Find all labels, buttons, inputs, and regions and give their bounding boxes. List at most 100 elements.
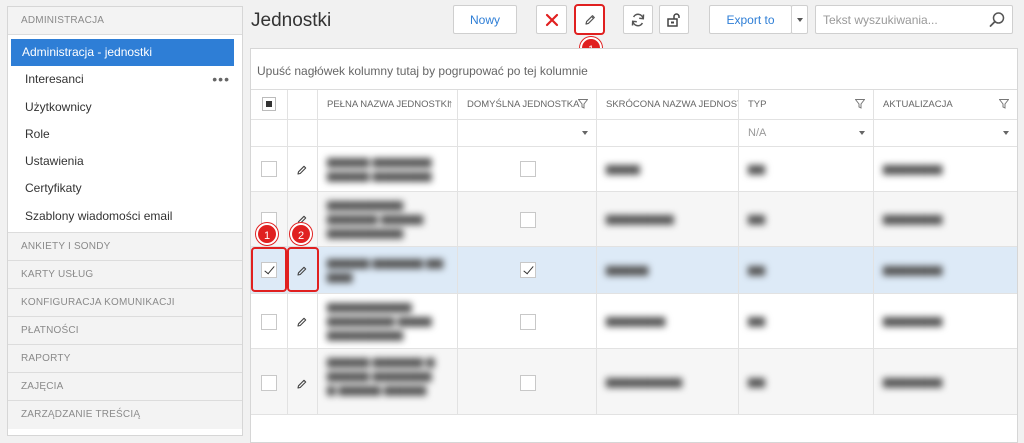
filter-icon[interactable] (999, 99, 1009, 109)
export-button[interactable]: Export to (709, 5, 792, 34)
full-name-cell: ▆▆▆▆▆ ▆▆▆▆▆▆▆ ▆▆▆▆▆ ▆▆▆▆▆▆▆ (318, 147, 458, 191)
redacted-text: ▆▆▆▆▆▆▆▆ (606, 213, 674, 225)
full-name-cell: ▆▆▆▆▆▆▆▆▆▆ ▆▆▆▆▆▆▆▆ ▆▆▆▆ ▆▆▆▆▆▆▆▆▆ (318, 294, 458, 348)
sidebar-item-settings[interactable]: Ustawienia (11, 148, 234, 175)
sidebar-item-roles[interactable]: Role (11, 121, 234, 148)
column-label: TYP (748, 99, 767, 110)
full-name-cell: ▆▆▆▆▆ ▆▆▆▆▆▆ ▆▆ ▆▆▆ (318, 247, 458, 293)
sidebar-nav: ADMINISTRACJA Administracja - jednostki … (7, 6, 243, 436)
new-button[interactable]: Nowy (453, 5, 517, 34)
table-row[interactable]: ▆▆▆▆▆ ▆▆▆▆▆▆ ▆ ▆▆▆▆▆ ▆▆▆▆▆▆▆ ▆ ▆▆▆▆▆ ▆▆▆▆▆… (251, 349, 1017, 415)
row-checkbox[interactable] (261, 375, 277, 391)
short-name-cell: ▆▆▆▆▆ (597, 247, 739, 293)
filter-type-select[interactable]: N/A (739, 120, 874, 146)
redacted-text: ▆▆▆▆▆ ▆▆▆▆▆▆▆ ▆▆▆▆▆ ▆▆▆▆▆▆▆ (327, 156, 432, 182)
section-reports[interactable]: RAPORTY (8, 345, 242, 374)
sidebar-item-units[interactable]: Administracja - jednostki (11, 39, 234, 67)
sidebar-item-users[interactable]: Użytkownicy (11, 94, 234, 121)
select-all-checkbox[interactable] (262, 97, 276, 111)
edit-pencil-icon[interactable] (296, 164, 308, 176)
delete-button[interactable] (536, 5, 567, 34)
short-name-cell: ▆▆▆▆▆▆▆▆ (597, 192, 739, 246)
filter-default-unit-select[interactable] (458, 120, 597, 146)
column-header-type[interactable]: TYP (739, 90, 874, 119)
sidebar-item-clients[interactable]: Interesanci ••• (11, 66, 234, 93)
filter-full-name[interactable] (318, 120, 458, 146)
refresh-icon (631, 13, 645, 26)
redacted-text: ▆▆ (748, 315, 765, 327)
redacted-text: ▆▆▆▆▆▆▆ (883, 315, 943, 327)
section-classes[interactable]: ZAJĘCIA (8, 373, 242, 402)
edit-pencil-icon[interactable] (296, 378, 308, 390)
filter-updated-select[interactable] (874, 120, 1017, 146)
unlock-button[interactable] (659, 5, 689, 34)
section-payments[interactable]: PŁATNOŚCI (8, 317, 242, 346)
column-header-updated[interactable]: AKTUALIZACJA (874, 90, 1017, 119)
section-communication-config[interactable]: KONFIGURACJA KOMUNIKACJI (8, 289, 242, 318)
row-select-cell (251, 349, 288, 414)
export-dropdown-button[interactable] (791, 5, 808, 34)
table-row-selected[interactable]: ▆▆▆▆▆ ▆▆▆▆▆▆ ▆▆ ▆▆▆ ▆▆▆▆▆ ▆▆ ▆▆▆▆▆▆▆ (251, 247, 1017, 294)
search-input[interactable] (816, 6, 981, 33)
edit-button[interactable] (574, 4, 605, 35)
redacted-text: ▆▆ (748, 376, 765, 388)
group-by-hint[interactable]: Upuść nagłówek kolumny tutaj by pogrupow… (251, 49, 1017, 90)
edit-pencil-icon[interactable] (296, 316, 308, 328)
page-title: Jednostki (251, 10, 332, 31)
column-header-default-unit[interactable]: DOMYŚLNA JEDNOSTKA (458, 90, 597, 119)
row-select-cell (251, 147, 288, 191)
row-checkbox[interactable] (261, 314, 277, 330)
table-row[interactable]: ▆▆▆▆▆ ▆▆▆▆▆▆▆ ▆▆▆▆▆ ▆▆▆▆▆▆▆ ▆▆▆▆ ▆▆ ▆▆▆▆▆… (251, 147, 1017, 192)
default-unit-cell (458, 147, 597, 191)
table-row[interactable]: ▆▆▆▆▆▆▆▆▆▆ ▆▆▆▆▆▆▆▆ ▆▆▆▆ ▆▆▆▆▆▆▆▆▆ ▆▆▆▆▆▆▆… (251, 294, 1017, 349)
header-select-cell (251, 90, 288, 119)
search-icon[interactable] (988, 11, 1006, 29)
table-row[interactable]: ▆▆▆▆▆▆▆▆▆ ▆▆▆▆▆▆ ▆▆▆▆▆ ▆▆▆▆▆▆▆▆▆ ▆▆▆▆▆▆▆▆ … (251, 192, 1017, 247)
section-administracja[interactable]: ADMINISTRACJA (8, 7, 242, 35)
section-administracja-items: Administracja - jednostki Interesanci ••… (8, 35, 242, 234)
section-surveys[interactable]: ANKIETY I SONDY (8, 233, 242, 262)
short-name-cell: ▆▆▆▆ (597, 147, 739, 191)
filter-short-name[interactable] (597, 120, 739, 146)
redacted-text: ▆▆▆▆ (606, 163, 640, 175)
sidebar-item-certificates[interactable]: Certyfikaty (11, 175, 234, 202)
section-content-management[interactable]: ZARZĄDZANIE TREŚCIĄ (8, 401, 242, 430)
section-service-cards[interactable]: KARTY USŁUG (8, 261, 242, 290)
refresh-button[interactable] (623, 5, 653, 34)
column-label: SKRÓCONA NAZWA JEDNOSTKI (606, 99, 739, 110)
header-edit-cell (288, 90, 318, 119)
units-grid: Upuść nagłówek kolumny tutaj by pogrupow… (250, 48, 1018, 443)
row-checkbox[interactable] (261, 161, 277, 177)
sidebar-item-email-templates[interactable]: Szablony wiadomości email (11, 203, 234, 230)
chevron-down-icon (1003, 131, 1009, 135)
filter-icon[interactable] (578, 99, 588, 109)
grid-filter-row: N/A (251, 120, 1017, 147)
updated-cell: ▆▆▆▆▆▆▆ (874, 192, 1017, 246)
default-unit-cell (458, 349, 597, 414)
redacted-text: ▆▆▆▆▆▆▆▆▆ (606, 376, 683, 388)
sidebar-item-label: Interesanci (25, 72, 84, 87)
default-unit-checkbox (520, 262, 536, 278)
sort-asc-icon[interactable]: ↑ (448, 90, 454, 119)
redacted-text: ▆▆▆▆▆▆▆ (883, 213, 943, 225)
column-header-full-name[interactable]: PEŁNA NAZWA JEDNOSTKI ↑ (318, 90, 458, 119)
checkbox-highlight-box (251, 247, 287, 292)
redacted-text: ▆▆▆▆▆▆▆▆▆▆ ▆▆▆▆▆▆▆▆ ▆▆▆▆ ▆▆▆▆▆▆▆▆▆ (327, 301, 432, 341)
row-checkbox-callout-badge: 1 (256, 223, 278, 245)
type-cell: ▆▆ (739, 349, 874, 414)
row-edit-callout-badge: 2 (290, 223, 312, 245)
unlock-icon (667, 12, 680, 27)
more-icon[interactable]: ••• (212, 66, 230, 93)
default-unit-checkbox (520, 314, 536, 330)
redacted-text: ▆▆ (748, 213, 765, 225)
chevron-down-icon (582, 131, 588, 135)
redacted-text: ▆▆▆▆▆▆▆ (883, 163, 943, 175)
filter-cell (251, 120, 288, 146)
type-cell: ▆▆ (739, 147, 874, 191)
full-name-cell: ▆▆▆▆▆▆▆▆▆ ▆▆▆▆▆▆ ▆▆▆▆▆ ▆▆▆▆▆▆▆▆▆ (318, 192, 458, 246)
column-header-short-name[interactable]: SKRÓCONA NAZWA JEDNOSTKI (597, 90, 739, 119)
row-select-cell (251, 294, 288, 348)
column-label: PEŁNA NAZWA JEDNOSTKI (327, 99, 450, 110)
filter-icon[interactable] (855, 99, 865, 109)
redacted-text: ▆▆▆▆▆ (606, 264, 649, 276)
